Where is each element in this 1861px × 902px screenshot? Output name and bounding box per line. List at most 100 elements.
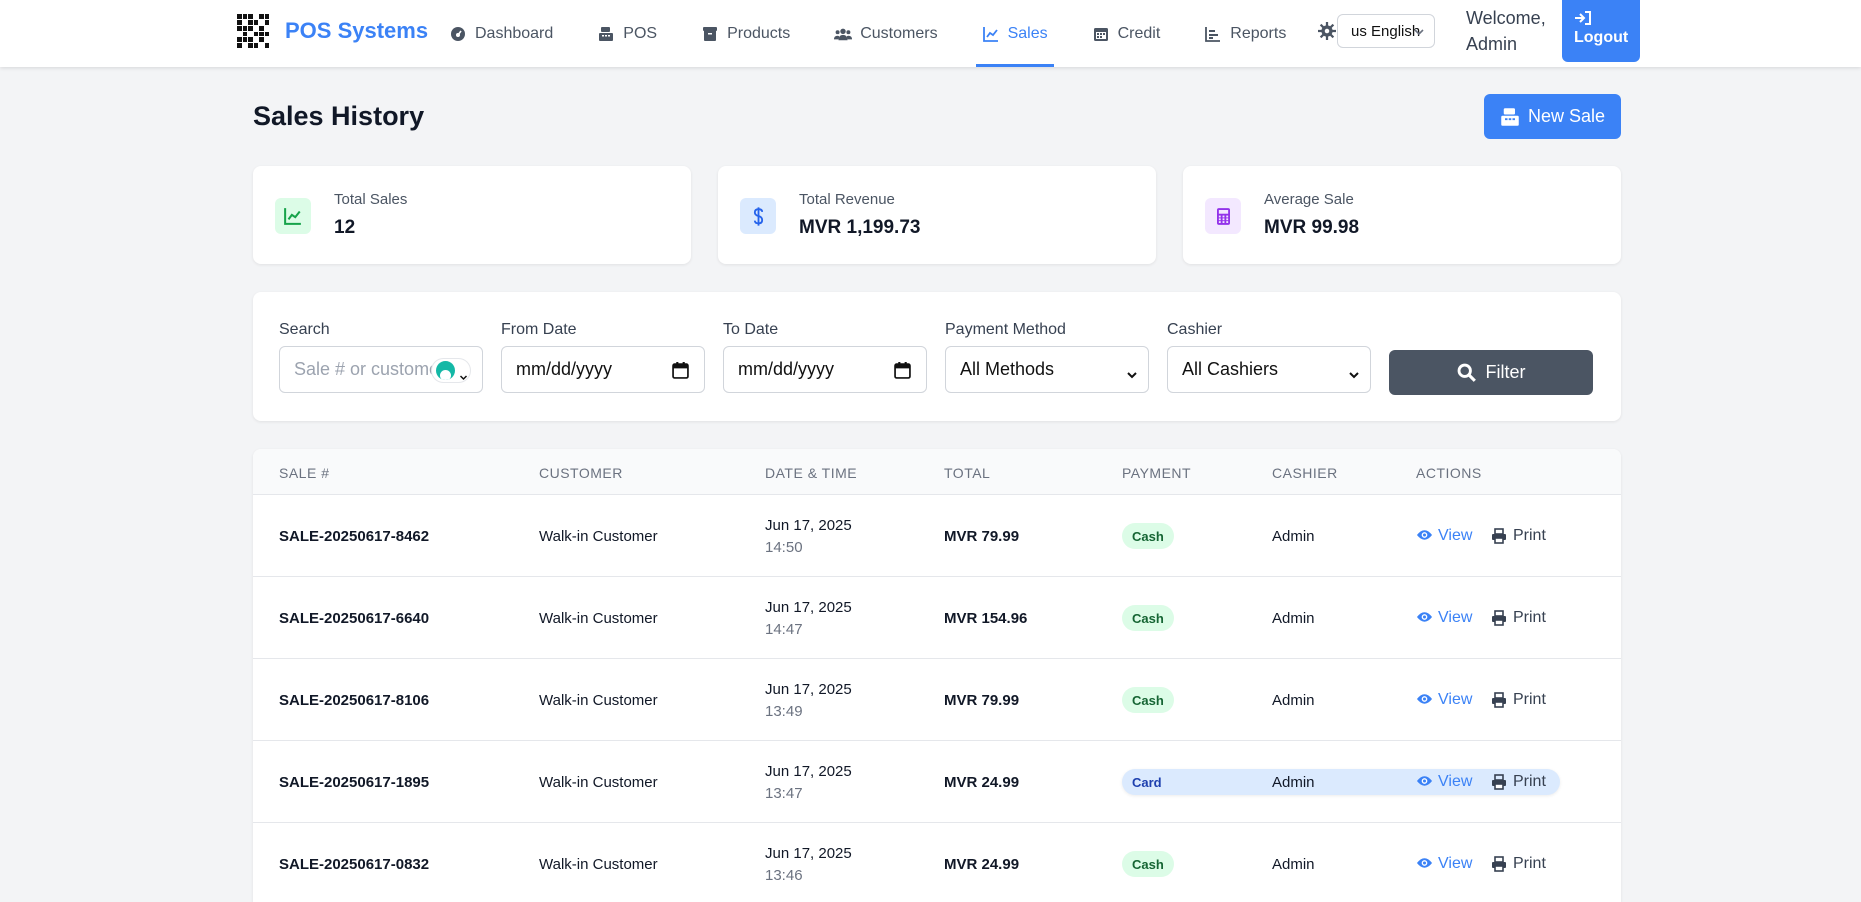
table-row: SALE-20250617-8106 Walk-in Customer Jun … — [253, 659, 1621, 741]
column-header-customer: CUSTOMER — [539, 465, 623, 481]
brand[interactable]: POS Systems — [237, 14, 428, 48]
customer-name: Walk-in Customer — [539, 774, 658, 791]
new-sale-label: New Sale — [1527, 106, 1606, 126]
extension-badge[interactable] — [431, 358, 471, 383]
stat-label: Total Revenue — [799, 191, 895, 208]
sales-table: SALE # CUSTOMER DATE & TIME TOTAL PAYMEN… — [253, 449, 1621, 902]
chevron-down-icon — [1413, 25, 1425, 37]
nav-item-label: Customers — [860, 24, 938, 42]
gear-icon[interactable] — [1318, 22, 1336, 40]
new-sale-button[interactable]: New Sale — [1484, 94, 1621, 139]
sale-date: Jun 17, 2025 — [765, 763, 852, 780]
view-label: View — [1438, 527, 1473, 544]
print-icon — [1491, 691, 1508, 709]
logout-button[interactable]: Logout — [1562, 0, 1640, 62]
sale-time: 13:47 — [765, 785, 803, 802]
payment-badge: Cash — [1122, 523, 1174, 549]
dashboard-icon — [449, 25, 467, 43]
cashier-label: Cashier — [1167, 321, 1223, 338]
cashier-name: Admin — [1272, 528, 1315, 545]
from-date-value: mm/dd/yyyy — [516, 359, 613, 379]
view-label: View — [1438, 609, 1473, 626]
sale-total: MVR 24.99 — [944, 774, 1020, 791]
welcome-line: Welcome, — [1466, 8, 1546, 28]
view-button[interactable]: View — [1416, 609, 1472, 627]
stat-card-total-revenue: Total Revenue MVR 1,199.73 — [718, 166, 1156, 264]
search-icon — [1457, 363, 1476, 382]
sale-number: SALE-20250617-8462 — [279, 528, 430, 545]
print-button[interactable]: Print — [1491, 855, 1546, 873]
eye-icon — [1416, 528, 1433, 545]
nav-item-products[interactable]: Products — [701, 0, 790, 67]
print-icon — [1491, 527, 1508, 545]
column-header-date: DATE & TIME — [765, 465, 858, 481]
payment-badge: Cash — [1122, 851, 1174, 877]
bar-chart-icon — [1204, 25, 1222, 43]
print-icon — [1491, 609, 1508, 627]
search-label: Search — [279, 321, 330, 338]
view-label: View — [1438, 855, 1473, 872]
filter-button-label: Filter — [1485, 362, 1526, 382]
cash-register-icon — [1500, 107, 1520, 127]
table-row: SALE-20250617-8462 Walk-in Customer Jun … — [253, 495, 1621, 577]
print-button[interactable]: Print — [1491, 527, 1546, 545]
page-title: Sales History — [253, 101, 425, 131]
nav-item-credit[interactable]: Credit — [1092, 0, 1160, 67]
nav-item-label: Reports — [1230, 24, 1287, 42]
stat-value: MVR 99.98 — [1264, 217, 1360, 238]
nav-item-customers[interactable]: Customers — [834, 0, 938, 67]
column-header-payment: PAYMENT — [1122, 465, 1192, 481]
logout-label: Logout — [1574, 29, 1629, 46]
stat-label: Average Sale — [1264, 191, 1354, 208]
stat-value: 12 — [334, 217, 356, 238]
sale-time: 13:49 — [765, 703, 803, 720]
print-button[interactable]: Print — [1491, 609, 1546, 627]
view-button[interactable]: View — [1416, 855, 1472, 873]
print-icon — [1491, 855, 1508, 873]
sale-total: MVR 79.99 — [944, 528, 1020, 545]
customer-name: Walk-in Customer — [539, 856, 658, 873]
nav-item-pos[interactable]: POS — [597, 0, 657, 67]
search-input[interactable]: Sale # or custome — [279, 346, 483, 393]
print-icon — [1491, 773, 1508, 791]
print-button[interactable]: Print — [1491, 773, 1546, 791]
sale-date: Jun 17, 2025 — [765, 599, 852, 616]
logout-icon — [1574, 10, 1592, 26]
sale-number: SALE-20250617-6640 — [279, 610, 430, 627]
stat-card-total-sales: Total Sales 12 — [253, 166, 691, 264]
cashier-value: All Cashiers — [1182, 359, 1279, 379]
dollar-icon — [740, 198, 776, 234]
nav-item-sales[interactable]: Sales — [975, 0, 1054, 67]
calendar-icon — [1092, 25, 1110, 43]
sale-total: MVR 24.99 — [944, 856, 1020, 873]
filter-button[interactable]: Filter — [1389, 350, 1593, 395]
nav-item-dashboard[interactable]: Dashboard — [449, 0, 553, 67]
sale-total: MVR 79.99 — [944, 692, 1020, 709]
brand-name: POS Systems — [285, 18, 429, 43]
print-button[interactable]: Print — [1491, 691, 1546, 709]
calendar-icon[interactable] — [672, 362, 689, 379]
from-date-label: From Date — [501, 321, 577, 338]
sale-number: SALE-20250617-8106 — [279, 692, 430, 709]
payment-method-select[interactable]: All Methods — [945, 346, 1149, 393]
print-label: Print — [1513, 527, 1546, 544]
calendar-icon[interactable] — [894, 362, 911, 379]
sale-number: SALE-20250617-0832 — [279, 856, 430, 873]
chart-line-icon — [982, 25, 1000, 43]
to-date-input[interactable]: mm/dd/yyyy — [723, 346, 927, 393]
sale-time: 14:47 — [765, 621, 803, 638]
cashier-select[interactable]: All Cashiers — [1167, 346, 1371, 393]
chevron-down-icon — [459, 366, 468, 381]
view-label: View — [1438, 691, 1473, 708]
payment-badge: Cash — [1122, 687, 1174, 713]
nav-item-label: Products — [727, 24, 791, 42]
from-date-input[interactable]: mm/dd/yyyy — [501, 346, 705, 393]
welcome-text: Welcome, Admin — [1466, 5, 1546, 57]
language-select[interactable]: us English — [1337, 14, 1435, 48]
view-button[interactable]: View — [1416, 691, 1472, 709]
view-button[interactable]: View — [1416, 773, 1472, 791]
nav-item-reports[interactable]: Reports — [1204, 0, 1286, 67]
stat-value: MVR 1,199.73 — [799, 217, 921, 238]
view-button[interactable]: View — [1416, 527, 1472, 545]
print-label: Print — [1513, 691, 1546, 708]
